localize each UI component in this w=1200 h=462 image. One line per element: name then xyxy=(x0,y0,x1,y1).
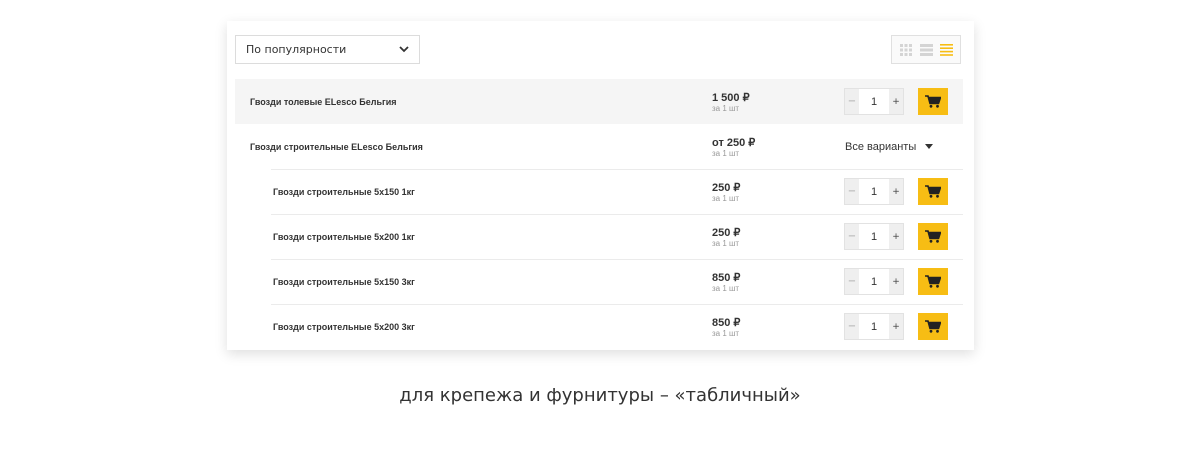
chevron-down-icon xyxy=(399,46,409,53)
cart-icon xyxy=(925,185,941,198)
quantity-stepper: − 1 + xyxy=(844,313,904,340)
product-name[interactable]: Гвозди строительные 5х200 1кг xyxy=(273,214,415,259)
price-unit: за 1 шт xyxy=(712,284,740,293)
price-unit: за 1 шт xyxy=(712,149,740,158)
qty-input[interactable]: 1 xyxy=(859,179,889,204)
add-to-cart-button[interactable] xyxy=(918,223,948,250)
all-variants-toggle[interactable]: Все варианты xyxy=(845,124,934,169)
quantity-stepper: − 1 + xyxy=(844,178,904,205)
add-to-cart-button[interactable] xyxy=(918,88,948,115)
product-price: от 250 ₽ xyxy=(712,137,756,149)
qty-decrease-button[interactable]: − xyxy=(845,89,859,114)
price-unit: за 1 шт xyxy=(712,194,740,203)
price-block: от 250 ₽ за 1 шт xyxy=(712,137,755,158)
qty-decrease-button[interactable]: − xyxy=(845,224,859,249)
qty-increase-button[interactable]: + xyxy=(889,224,903,249)
product-price: 850 ₽ xyxy=(712,317,741,329)
qty-input[interactable]: 1 xyxy=(859,89,889,114)
qty-increase-button[interactable]: + xyxy=(889,179,903,204)
table-view-icon xyxy=(939,43,953,56)
table-row: Гвозди толевые ELesco Бельгия 1 500 ₽ за… xyxy=(235,79,963,124)
table-row: Гвозди строительные 5х200 3кг 850 ₽ за 1… xyxy=(235,304,963,349)
cart-icon xyxy=(925,230,941,243)
sort-dropdown[interactable]: По популярности xyxy=(235,35,420,64)
product-name[interactable]: Гвозди толевые ELesco Бельгия xyxy=(250,79,397,124)
product-name[interactable]: Гвозди строительные 5х150 3кг xyxy=(273,259,415,304)
price-block: 250 ₽ за 1 шт xyxy=(712,227,740,248)
qty-decrease-button[interactable]: − xyxy=(845,269,859,294)
quantity-stepper: − 1 + xyxy=(844,223,904,250)
table-row: Гвозди строительные 5х150 1кг 250 ₽ за 1… xyxy=(235,169,963,214)
price-unit: за 1 шт xyxy=(712,239,740,248)
sort-dropdown-value: По популярности xyxy=(246,43,347,56)
cart-icon xyxy=(925,320,941,333)
qty-increase-button[interactable]: + xyxy=(889,269,903,294)
view-mode-switch xyxy=(891,35,961,64)
product-price: 250 ₽ xyxy=(712,227,741,239)
qty-input[interactable]: 1 xyxy=(859,269,889,294)
product-price: 850 ₽ xyxy=(712,272,741,284)
qty-decrease-button[interactable]: − xyxy=(845,179,859,204)
quantity-stepper: − 1 + xyxy=(844,88,904,115)
table-row: Гвозди строительные 5х200 1кг 250 ₽ за 1… xyxy=(235,214,963,259)
price-block: 850 ₽ за 1 шт xyxy=(712,317,740,338)
add-to-cart-button[interactable] xyxy=(918,178,948,205)
add-to-cart-button[interactable] xyxy=(918,313,948,340)
qty-decrease-button[interactable]: − xyxy=(845,314,859,339)
caret-down-icon xyxy=(925,144,934,149)
view-table-button[interactable] xyxy=(939,43,953,57)
add-to-cart-button[interactable] xyxy=(918,268,948,295)
price-block: 850 ₽ за 1 шт xyxy=(712,272,740,293)
list-view-icon xyxy=(919,43,933,56)
view-grid-button[interactable] xyxy=(899,43,913,57)
price-block: 1 500 ₽ за 1 шт xyxy=(712,92,750,113)
cart-icon xyxy=(925,95,941,108)
qty-input[interactable]: 1 xyxy=(859,314,889,339)
qty-increase-button[interactable]: + xyxy=(889,314,903,339)
quantity-stepper: − 1 + xyxy=(844,268,904,295)
grid-view-icon xyxy=(900,43,912,56)
product-price: 1 500 ₽ xyxy=(712,92,750,104)
qty-increase-button[interactable]: + xyxy=(889,89,903,114)
price-unit: за 1 шт xyxy=(712,104,740,113)
caption-text: для крепежа и фурнитуры – «табличный» xyxy=(399,385,801,406)
view-list-button[interactable] xyxy=(919,43,933,57)
product-name[interactable]: Гвозди строительные ELesco Бельгия xyxy=(250,124,423,169)
product-name[interactable]: Гвозди строительные 5х200 3кг xyxy=(273,304,415,349)
cart-icon xyxy=(925,275,941,288)
catalog-panel: По популярности Гвозди толевые ELesco Бе… xyxy=(227,21,974,350)
table-row: Гвозди строительные ELesco Бельгия от 25… xyxy=(235,124,963,169)
product-price: 250 ₽ xyxy=(712,182,741,194)
qty-input[interactable]: 1 xyxy=(859,224,889,249)
price-unit: за 1 шт xyxy=(712,329,740,338)
price-block: 250 ₽ за 1 шт xyxy=(712,182,740,203)
variants-label: Все варианты xyxy=(845,140,917,153)
product-name[interactable]: Гвозди строительные 5х150 1кг xyxy=(273,169,415,214)
table-row: Гвозди строительные 5х150 3кг 850 ₽ за 1… xyxy=(235,259,963,304)
